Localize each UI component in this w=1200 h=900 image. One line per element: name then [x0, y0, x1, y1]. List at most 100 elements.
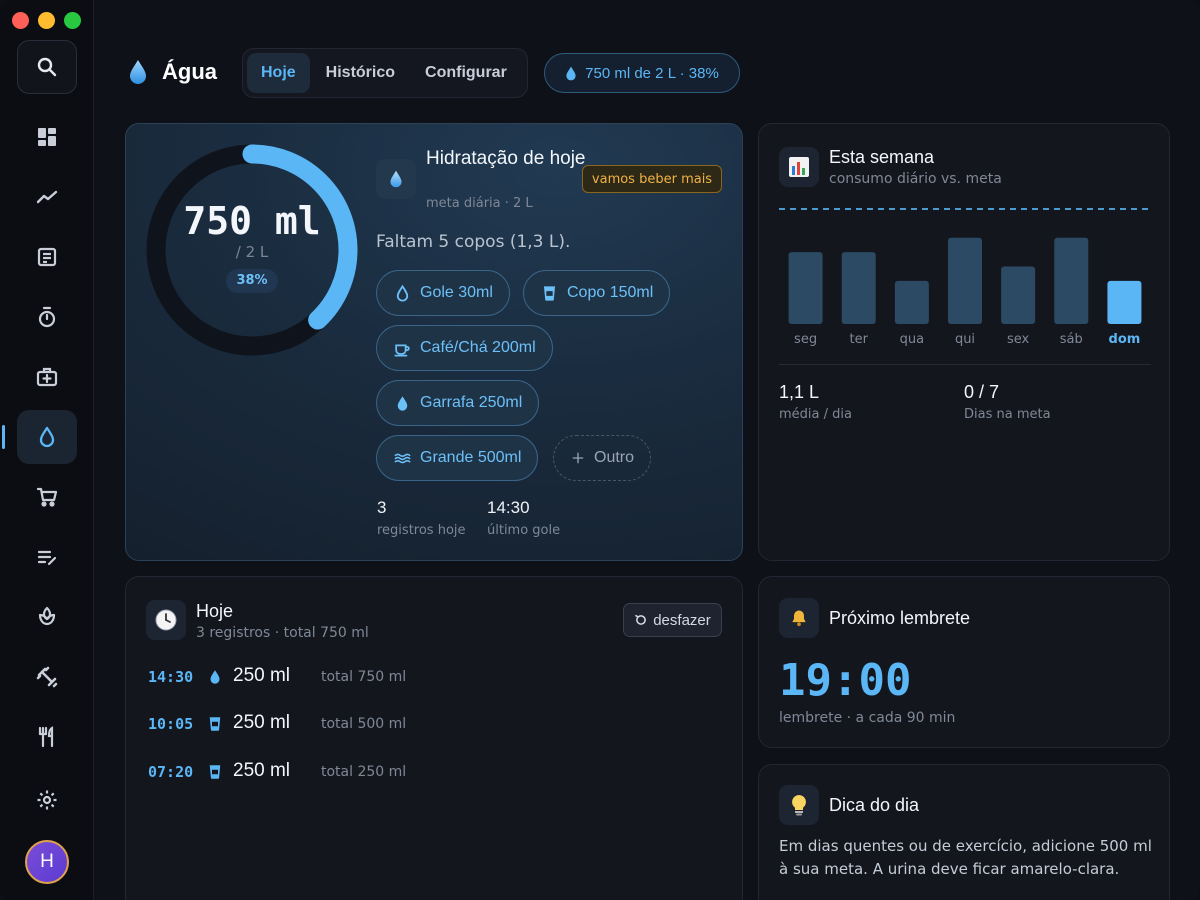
- reminder-caption: lembrete · a cada 90 min: [779, 710, 956, 726]
- status-badge: vamos beber mais: [582, 165, 722, 193]
- add-custom-button[interactable]: Outro: [553, 435, 652, 481]
- drop-outline-icon: [396, 284, 409, 301]
- bar-sex: [1001, 266, 1036, 324]
- clock-icon-box: [146, 600, 186, 640]
- sidebar-item-notes[interactable]: [17, 230, 77, 284]
- tip-text: Em dias quentes ou de exercício, adicion…: [779, 837, 1152, 878]
- cart-icon: [36, 487, 58, 507]
- sidebar-search-button[interactable]: [17, 40, 77, 94]
- entry-amount: 250 ml: [233, 665, 291, 686]
- goal-days-label: Dias na meta: [964, 407, 1051, 422]
- entry-total: total 500 ml: [321, 716, 407, 732]
- cup-icon: [209, 717, 221, 731]
- add-large-500ml-button[interactable]: Grande 500ml: [376, 435, 539, 481]
- view-tabs: Hoje Histórico Configurar: [242, 48, 528, 98]
- entries-count-label: registros hoje: [377, 523, 466, 538]
- sidebar-item-shopping[interactable]: [17, 470, 77, 524]
- bell-icon: [792, 610, 806, 627]
- sidebar-item-health[interactable]: [17, 350, 77, 404]
- user-avatar[interactable]: H: [25, 840, 69, 884]
- hydration-card: 750 ml / 2 L 38% Hidratação de hoje meta…: [125, 123, 743, 561]
- bar-sáb: [1054, 237, 1089, 324]
- add-sip-30ml-button[interactable]: Gole 30ml: [376, 270, 510, 316]
- ring-center: 750 ml / 2 L 38%: [146, 144, 358, 356]
- add-cup-150ml-button[interactable]: Copo 150ml: [523, 270, 671, 316]
- sidebar-item-dashboard[interactable]: [17, 110, 77, 164]
- bar-label-qua: qua: [900, 332, 924, 347]
- sidebar-item-water[interactable]: [17, 410, 77, 464]
- chip-label: Café/Chá 200ml: [420, 339, 536, 356]
- bar-label-sex: sex: [1007, 332, 1030, 347]
- hydration-title: Hidratação de hoje: [426, 148, 586, 169]
- bar-qui: [948, 237, 982, 324]
- consumed-value: 750 ml: [183, 199, 321, 243]
- chip-label: Garrafa 250ml: [420, 394, 523, 411]
- entry-total: total 250 ml: [321, 764, 407, 780]
- sidebar-item-trends[interactable]: [17, 170, 77, 224]
- tip-title: Dica do dia: [829, 795, 920, 815]
- chart-icon-box: [779, 147, 819, 187]
- lightbulb-icon: [792, 795, 806, 816]
- entry-amount: 250 ml: [233, 760, 291, 781]
- goal-days-value: 0 / 7: [964, 382, 1000, 402]
- add-bottle-250ml-button[interactable]: Garrafa 250ml: [376, 380, 540, 426]
- last-sip-time: 14:30: [487, 498, 530, 517]
- active-indicator: [2, 425, 5, 449]
- edit-list-icon: [37, 550, 57, 566]
- close-window-button[interactable]: [12, 12, 29, 29]
- last-sip-label: último gole: [487, 523, 561, 538]
- plus-icon: [572, 452, 584, 464]
- bar-label-dom: dom: [1109, 332, 1141, 347]
- undo-icon: [635, 614, 647, 625]
- tab-historico[interactable]: Histórico: [312, 53, 409, 93]
- week-card: Esta semana consumo diário vs. meta seg t…: [758, 123, 1170, 561]
- cup-icon: [543, 285, 556, 301]
- bar-label-qui: qui: [955, 332, 975, 347]
- minimize-window-button[interactable]: [38, 12, 55, 29]
- sidebar-item-fitness[interactable]: [17, 650, 77, 704]
- entry-total: total 750 ml: [321, 669, 407, 685]
- progress-summary-text: 750 ml de 2 L · 38%: [585, 64, 719, 82]
- bar-qua: [894, 280, 929, 324]
- undo-button[interactable]: desfazer: [623, 603, 722, 637]
- log-entry[interactable]: 07:20 250 ml total 250 ml: [148, 758, 708, 788]
- app-title: Água: [128, 56, 217, 88]
- entry-time: 10:05: [148, 715, 194, 733]
- bar-label-ter: ter: [849, 332, 868, 347]
- reminder-card: Próximo lembrete 19:00 lembrete · a cada…: [758, 576, 1170, 748]
- reminder-time: 19:00: [779, 655, 912, 706]
- week-subtitle: consumo diário vs. meta: [829, 171, 1002, 187]
- entry-time: 07:20: [148, 763, 194, 781]
- log-entry[interactable]: 14:30 250 ml total 750 ml: [148, 663, 708, 693]
- hydration-icon-box: [376, 159, 416, 199]
- log-entry[interactable]: 10:05 250 ml total 500 ml: [148, 710, 708, 740]
- sidebar: H: [0, 0, 94, 900]
- dashboard-icon: [38, 128, 56, 146]
- bell-icon-box: [779, 598, 819, 638]
- sidebar-item-settings[interactable]: [17, 773, 77, 827]
- fitness-icon: [36, 666, 58, 688]
- bar-chart-icon: [789, 157, 809, 177]
- undo-label: desfazer: [653, 611, 711, 629]
- restaurant-icon: [38, 726, 54, 748]
- maximize-window-button[interactable]: [64, 12, 81, 29]
- tab-hoje[interactable]: Hoje: [247, 53, 310, 93]
- water-drop-icon: [39, 426, 55, 448]
- add-coffee-tea-200ml-button[interactable]: Café/Chá 200ml: [376, 325, 553, 371]
- timer-icon: [38, 306, 56, 328]
- sidebar-item-tasks[interactable]: [17, 530, 77, 584]
- search-icon: [37, 57, 57, 77]
- sidebar-item-timer[interactable]: [17, 290, 77, 344]
- drop-icon: [210, 670, 220, 684]
- medical-kit-icon: [36, 367, 58, 387]
- progress-summary-pill: 750 ml de 2 L · 38%: [544, 53, 740, 93]
- trend-icon: [36, 190, 58, 204]
- sidebar-item-meditation[interactable]: [17, 590, 77, 644]
- lightbulb-icon-box: [779, 785, 819, 825]
- chip-label: Outro: [594, 449, 635, 466]
- app-title-text: Água: [162, 59, 217, 84]
- log-subtitle: 3 registros · total 750 ml: [196, 625, 369, 641]
- waves-icon: [394, 453, 411, 463]
- sidebar-item-meals[interactable]: [17, 710, 77, 764]
- tab-configurar[interactable]: Configurar: [411, 53, 521, 93]
